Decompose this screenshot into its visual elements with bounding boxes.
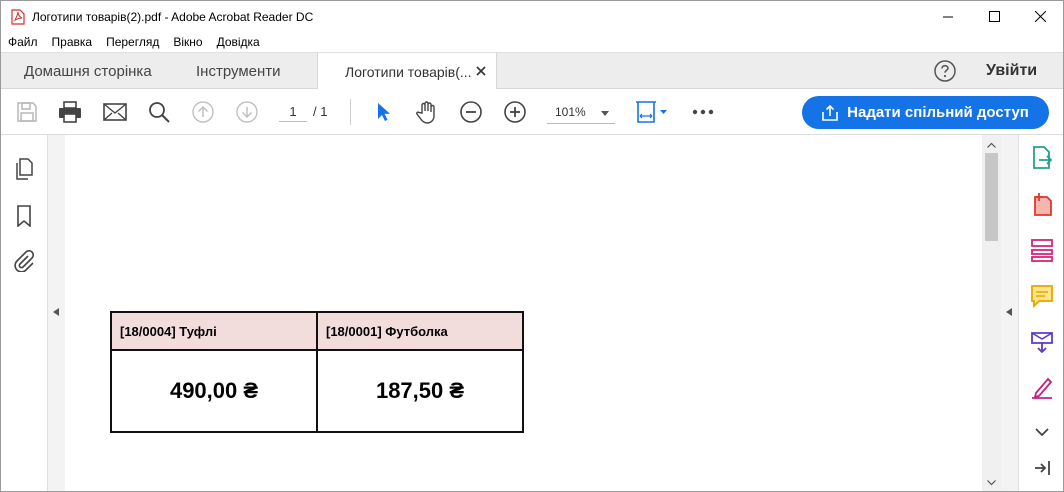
product-table: [18/0004] Туфлі [18/0001] Футболка 490,0… [110,311,524,433]
scroll-up-arrow-icon[interactable] [986,139,997,151]
page-fit-button[interactable] [635,100,669,124]
left-pane-toggle[interactable] [48,135,65,491]
product-price-cell: 187,50 ₴ [316,349,524,433]
product-price-cell: 490,00 ₴ [110,349,318,433]
bookmarks-button[interactable] [13,204,35,228]
export-pdf-button[interactable] [1029,145,1055,171]
chevron-down-icon [601,111,609,116]
share-button[interactable]: Надати спільний доступ [802,96,1049,129]
paperclip-icon [14,250,35,272]
more-dots-icon [692,109,714,115]
next-page-button[interactable] [235,100,259,124]
comment-icon [1031,285,1053,308]
help-icon[interactable] [934,60,956,82]
close-icon [1034,11,1046,22]
organize-pages-button[interactable] [1029,237,1055,263]
maximize-button[interactable] [971,1,1017,32]
zoom-in-icon [504,101,526,123]
collapse-panel-icon [1035,461,1050,475]
save-icon [17,102,37,122]
tab-home[interactable]: Домашня сторінка [24,53,152,89]
caret-left-icon [53,308,59,316]
zoom-value: 101% [555,105,586,119]
minimize-button[interactable] [925,1,971,32]
tab-bar: Домашня сторінка Інструменти Логотипи то… [1,52,1063,90]
menu-file[interactable]: Файл [8,35,38,49]
hand-tool-button[interactable] [415,100,439,124]
menu-edit[interactable]: Правка [52,35,93,49]
print-button[interactable] [58,100,82,124]
document-page: [18/0004] Туфлі [18/0001] Футболка 490,0… [65,135,982,491]
toolbar: 1 / 1 101% Надати спільний доступ [1,89,1063,135]
toolbar-divider [350,99,351,125]
mail-icon [103,103,127,121]
share-button-label: Надати спільний доступ [847,104,1029,121]
page-total: / 1 [313,104,328,119]
close-tab-icon[interactable] [475,65,487,77]
right-pane-toggle[interactable] [1001,135,1018,491]
more-tools-expand-button[interactable] [1029,419,1055,445]
zoom-in-button[interactable] [503,100,527,124]
bookmark-icon [17,205,31,227]
table-header-row: [18/0004] Туфлі [18/0001] Футболка [110,311,524,351]
share-icon [822,104,838,121]
product-name-cell: [18/0001] Футболка [316,311,524,351]
menu-view[interactable]: Перегляд [106,35,159,49]
send-for-review-icon [1031,332,1053,354]
close-window-button[interactable] [1017,1,1063,32]
comment-button[interactable] [1029,283,1055,309]
scroll-down-arrow-icon[interactable] [986,477,997,489]
right-tools-pane [1018,135,1063,491]
product-name-cell: [18/0004] Туфлі [110,311,318,351]
organize-pages-icon [1031,239,1053,262]
print-icon [59,101,81,123]
fill-sign-button[interactable] [1029,375,1055,401]
table-price-row: 490,00 ₴ 187,50 ₴ [110,349,524,433]
title-bar: Логотипи товарів(2).pdf - Adobe Acrobat … [1,1,1063,32]
fill-sign-icon [1032,377,1053,399]
collapse-tools-pane-button[interactable] [1029,455,1055,481]
scrollbar-thumb[interactable] [985,153,998,241]
send-for-review-button[interactable] [1029,329,1055,355]
menu-window[interactable]: Вікно [173,35,202,49]
vertical-scrollbar[interactable] [982,135,1001,491]
cursor-arrow-icon [378,103,390,121]
page-thumbnails-button[interactable] [13,157,35,181]
zoom-select[interactable]: 101% [547,102,615,124]
hand-icon [416,101,435,124]
page-thumbnails-icon [16,158,33,180]
acrobat-window: Логотипи товарів(2).pdf - Adobe Acrobat … [0,0,1064,492]
menu-help[interactable]: Довідка [217,35,260,49]
caret-left-icon [1006,308,1012,316]
fit-page-icon [636,101,667,123]
zoom-out-button[interactable] [459,100,483,124]
tab-tools[interactable]: Інструменти [196,53,281,89]
attachments-button[interactable] [13,249,35,273]
arrow-down-circle-icon [236,101,258,123]
sign-in-link[interactable]: Увійти [986,62,1037,80]
maximize-icon [988,11,1000,22]
left-navigation-pane [1,135,48,491]
minimize-icon [942,16,953,18]
export-pdf-icon [1033,146,1053,169]
select-tool-button[interactable] [371,100,395,124]
window-title: Логотипи товарів(2).pdf - Adobe Acrobat … [32,9,314,24]
pdf-file-icon [10,8,26,25]
tab-document[interactable]: Логотипи товарів(... [317,53,497,90]
arrow-up-circle-icon [192,101,214,123]
page-number-input[interactable]: 1 [279,102,307,122]
search-icon [149,102,170,123]
more-tools-button[interactable] [691,100,715,124]
search-button[interactable] [147,100,171,124]
create-pdf-button[interactable] [1029,191,1055,217]
save-button[interactable] [15,100,39,124]
create-pdf-icon [1034,193,1052,216]
menu-bar: Файл Правка Перегляд Вікно Довідка [1,32,1063,52]
email-button[interactable] [103,100,127,124]
tab-document-label: Логотипи товарів(... [345,63,472,80]
previous-page-button[interactable] [191,100,215,124]
zoom-out-icon [460,101,482,123]
chevron-down-icon [1035,427,1049,436]
